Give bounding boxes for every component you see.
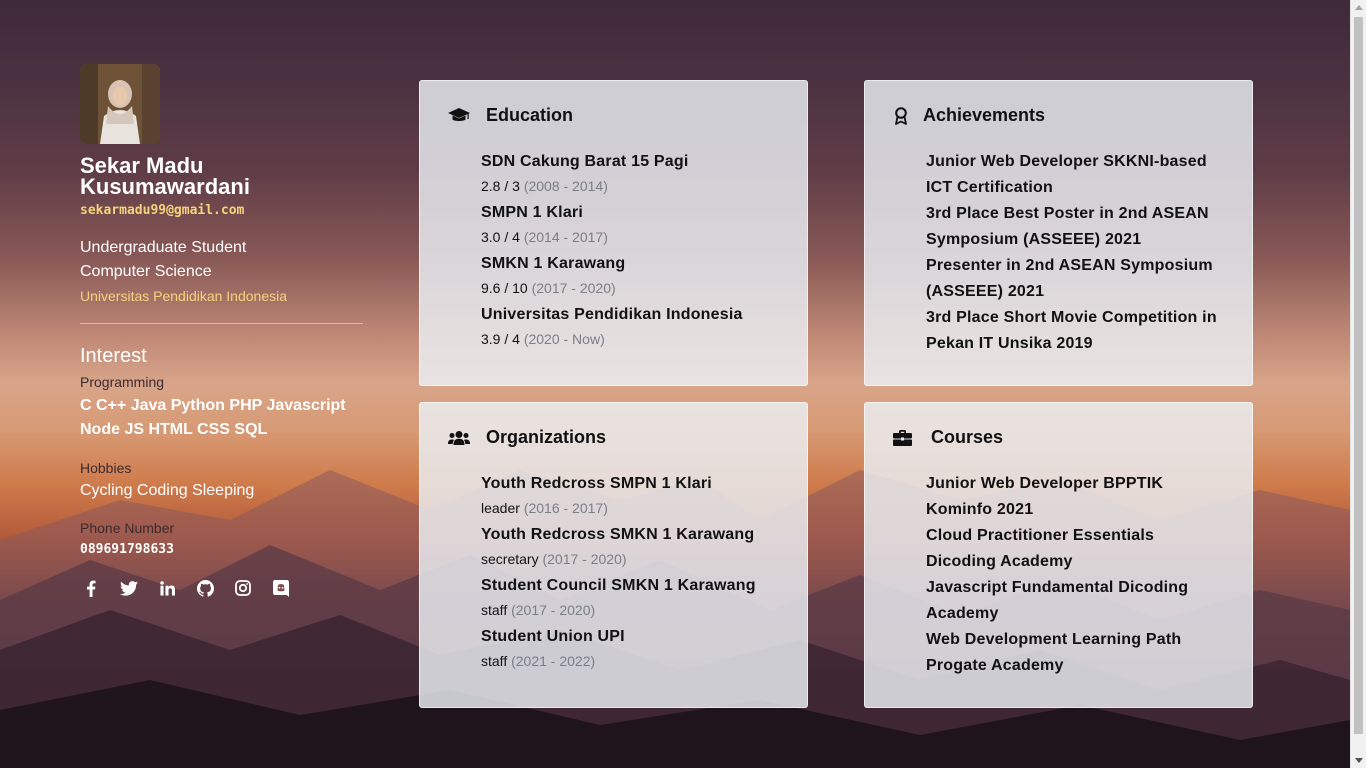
school-period: (2017 - 2020) xyxy=(531,280,616,296)
organization-name: Student Union UPI xyxy=(481,628,625,645)
organization-role: staff xyxy=(481,653,508,669)
list-item: SMPN 1 Klari 3.0 / 4 (2014 - 2017) xyxy=(481,200,781,248)
education-list: SDN Cakung Barat 15 Pagi 2.8 / 3 (2008 -… xyxy=(481,149,781,353)
courses-title: Courses xyxy=(931,427,1004,447)
school-name: Universitas Pendidikan Indonesia xyxy=(481,306,743,323)
list-item: SMKN 1 Karawang 9.6 / 10 (2017 - 2020) xyxy=(481,251,781,299)
school-detail: 9.6 / 10 (2017 - 2020) xyxy=(481,277,781,299)
hobbies-value: Cycling Coding Sleeping xyxy=(80,482,255,499)
school-detail: 2.8 / 3 (2008 - 2014) xyxy=(481,175,781,197)
organization-role: secretary xyxy=(481,551,539,567)
users-icon xyxy=(448,429,472,447)
organization-period: (2017 - 2020) xyxy=(542,551,627,567)
list-item: Presenter in 2nd ASEAN Symposium (ASSEEE… xyxy=(926,257,1213,300)
achievements-card: Achievements Junior Web Developer SKKNI-… xyxy=(864,80,1253,386)
page-scrollbar[interactable] xyxy=(1350,0,1366,768)
award-icon xyxy=(893,106,917,125)
list-item: Student Council SMKN 1 Karawang staff (2… xyxy=(481,573,781,621)
education-card: Education SDN Cakung Barat 15 Pagi 2.8 /… xyxy=(419,80,808,386)
phone-label: Phone Number xyxy=(80,520,175,536)
profile-role: Undergraduate Student Computer Science xyxy=(80,236,363,284)
list-item: Universitas Pendidikan Indonesia 3.9 / 4… xyxy=(481,302,781,350)
organization-detail: secretary (2017 - 2020) xyxy=(481,548,781,570)
achievements-list: Junior Web Developer SKKNI-based ICT Cer… xyxy=(926,149,1226,357)
list-item: SDN Cakung Barat 15 Pagi 2.8 / 3 (2008 -… xyxy=(481,149,781,197)
organization-detail: staff (2021 - 2022) xyxy=(481,650,781,672)
languages-line-2: Node JS HTML CSS SQL xyxy=(80,421,268,438)
organization-name: Youth Redcross SMPN 1 Klari xyxy=(481,475,712,492)
languages-line-1: C C++ Java Python PHP Javascript xyxy=(80,397,346,414)
hobbies-label: Hobbies xyxy=(80,460,132,476)
instagram-icon[interactable] xyxy=(232,577,254,599)
list-item: Cloud Practitioner Essentials Dicoding A… xyxy=(926,527,1155,570)
programming-label: Programming xyxy=(80,374,165,390)
school-name: SDN Cakung Barat 15 Pagi xyxy=(481,153,689,170)
organization-name: Student Council SMKN 1 Karawang xyxy=(481,577,756,594)
list-item: Youth Redcross SMPN 1 Klari leader (2016… xyxy=(481,471,781,519)
facebook-icon[interactable] xyxy=(80,577,102,599)
school-detail: 3.9 / 4 (2020 - Now) xyxy=(481,328,781,350)
list-item: Student Union UPI staff (2021 - 2022) xyxy=(481,624,781,672)
profile-sidebar: Sekar Madu Kusumawardani sekarmadu99@gma… xyxy=(80,64,363,599)
school-period: (2008 - 2014) xyxy=(523,178,608,194)
role-line-1: Undergraduate Student xyxy=(80,239,247,256)
list-item: Javascript Fundamental Dicoding Academy xyxy=(926,579,1189,622)
organization-detail: staff (2017 - 2020) xyxy=(481,599,781,621)
phone-value: 089691798633 xyxy=(80,542,174,557)
avatar-photo xyxy=(80,64,160,144)
achievements-header: Achievements xyxy=(893,105,1045,126)
list-item: Youth Redcross SMKN 1 Karawang secretary… xyxy=(481,522,781,570)
achievements-title: Achievements xyxy=(923,105,1046,125)
organization-period: (2016 - 2017) xyxy=(523,500,608,516)
list-item: 3rd Place Short Movie Competition in Pek… xyxy=(926,309,1217,352)
organization-role: staff xyxy=(481,602,508,618)
education-header: Education xyxy=(448,105,573,126)
education-title: Education xyxy=(486,105,574,125)
organizations-list: Youth Redcross SMPN 1 Klari leader (2016… xyxy=(481,471,781,675)
programming-languages: C C++ Java Python PHP Javascript Node JS… xyxy=(80,394,363,442)
social-links xyxy=(80,577,363,599)
school-period: (2014 - 2017) xyxy=(523,229,608,245)
organization-detail: leader (2016 - 2017) xyxy=(481,497,781,519)
school-score: 9.6 / 10 xyxy=(481,280,528,296)
courses-card: Courses Junior Web Developer BPPTIK Komi… xyxy=(864,402,1253,708)
profile-email: sekarmadu99@gmail.com xyxy=(80,203,245,218)
list-item: Web Development Learning Path Progate Ac… xyxy=(926,631,1182,674)
organizations-header: Organizations xyxy=(448,427,606,448)
school-score: 3.0 / 4 xyxy=(481,229,520,245)
courses-list: Junior Web Developer BPPTIK Kominfo 2021… xyxy=(926,471,1226,679)
organization-name: Youth Redcross SMKN 1 Karawang xyxy=(481,526,755,543)
profile-university: Universitas Pendidikan Indonesia xyxy=(80,288,288,304)
avatar xyxy=(80,64,160,144)
interest-title: Interest xyxy=(80,345,147,367)
organization-role: leader xyxy=(481,500,520,516)
scrollbar-thumb[interactable] xyxy=(1354,17,1363,734)
github-icon[interactable] xyxy=(194,577,216,599)
divider xyxy=(80,323,363,324)
list-item: 3rd Place Best Poster in 2nd ASEAN Sympo… xyxy=(926,205,1209,248)
organization-period: (2021 - 2022) xyxy=(511,653,596,669)
school-name: SMPN 1 Klari xyxy=(481,204,583,221)
discord-icon[interactable] xyxy=(270,577,292,599)
scroll-up-arrow[interactable] xyxy=(1355,5,1363,10)
organization-period: (2017 - 2020) xyxy=(511,602,596,618)
organizations-title: Organizations xyxy=(486,427,607,447)
organizations-card: Organizations Youth Redcross SMPN 1 Klar… xyxy=(419,402,808,708)
list-item: Junior Web Developer SKKNI-based ICT Cer… xyxy=(926,153,1207,196)
school-name: SMKN 1 Karawang xyxy=(481,255,626,272)
linkedin-icon[interactable] xyxy=(156,577,178,599)
school-period: (2020 - Now) xyxy=(523,331,605,347)
courses-header: Courses xyxy=(893,427,1003,448)
role-line-2: Computer Science xyxy=(80,263,212,280)
profile-name: Sekar Madu Kusumawardani xyxy=(80,153,250,199)
scroll-down-arrow[interactable] xyxy=(1355,758,1363,763)
list-item: Junior Web Developer BPPTIK Kominfo 2021 xyxy=(926,475,1164,518)
graduation-cap-icon xyxy=(448,107,472,125)
school-detail: 3.0 / 4 (2014 - 2017) xyxy=(481,226,781,248)
briefcase-icon xyxy=(893,429,917,447)
school-score: 3.9 / 4 xyxy=(481,331,520,347)
school-score: 2.8 / 3 xyxy=(481,178,520,194)
twitter-icon[interactable] xyxy=(118,577,140,599)
